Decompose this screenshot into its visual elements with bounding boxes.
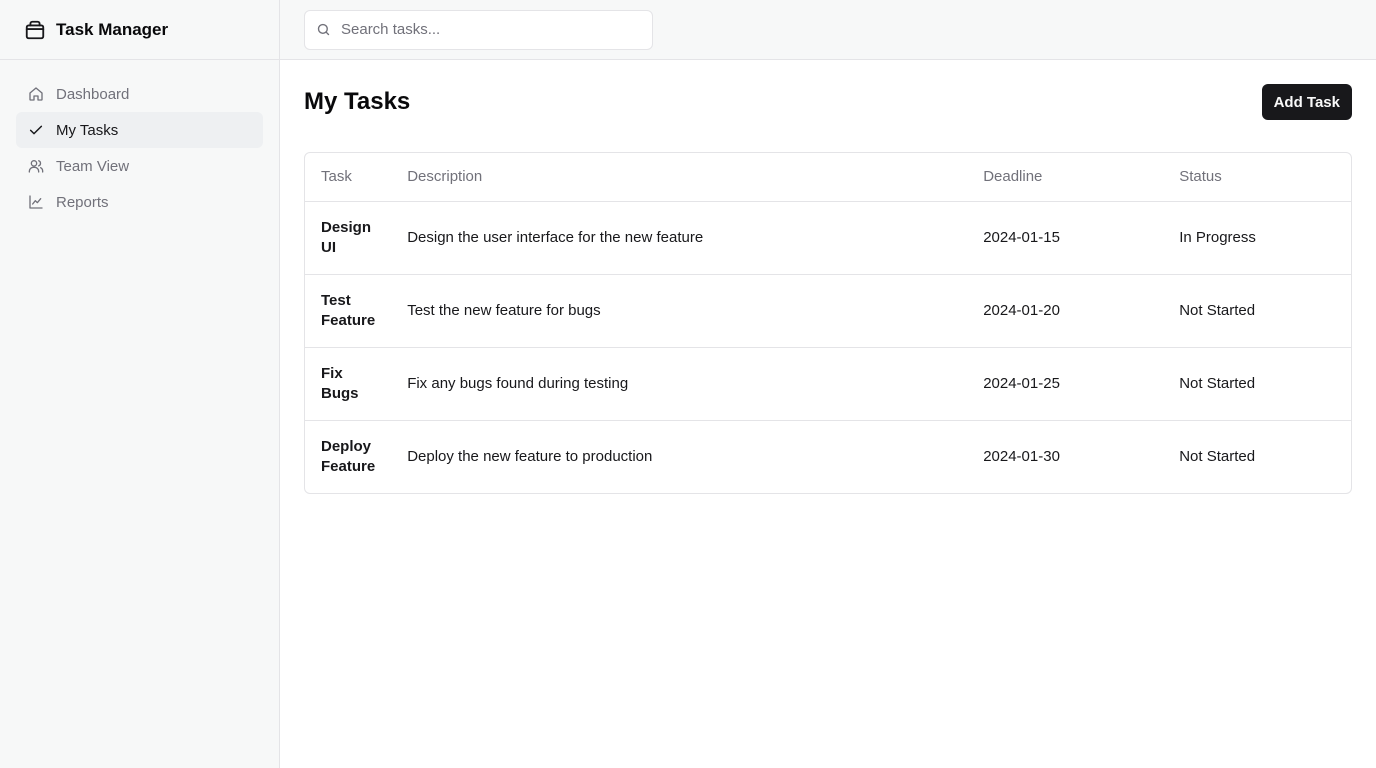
task-name-cell: Test Feature xyxy=(305,274,392,348)
search-icon xyxy=(316,22,332,38)
task-description-cell: Test the new feature for bugs xyxy=(391,274,968,348)
sidebar-item-label: My Tasks xyxy=(56,121,119,139)
sidebar-item-team-view[interactable]: Team View xyxy=(16,148,263,184)
task-name-cell: Deploy Feature xyxy=(321,437,376,475)
main-area: My Tasks Add Task Task Description Deadl… xyxy=(280,0,1376,768)
task-name-cell: Design UI xyxy=(305,201,392,275)
sidebar-nav: Dashboard My Tasks Team View Reports xyxy=(0,60,279,220)
task-deadline-cell: 2024-01-15 xyxy=(967,201,1164,275)
task-deadline-cell: 2024-01-30 xyxy=(983,447,1060,465)
task-deadline-cell: 2024-01-20 xyxy=(967,274,1164,348)
content-header: My Tasks Add Task xyxy=(304,84,1352,120)
app-title: Task Manager xyxy=(56,19,169,39)
task-status-cell: In Progress xyxy=(1163,201,1351,275)
sidebar-item-reports[interactable]: Reports xyxy=(16,184,263,220)
search-box[interactable] xyxy=(304,9,653,50)
add-task-button[interactable]: Add Task xyxy=(1261,84,1352,120)
table-row[interactable]: Deploy Feature Deploy the new feature to… xyxy=(305,420,1351,493)
task-name-cell: Fix Bugs xyxy=(305,347,392,421)
sidebar-item-label: Team View xyxy=(56,157,130,175)
sidebar-item-dashboard[interactable]: Dashboard xyxy=(16,76,263,112)
task-deadline-cell: 2024-01-25 xyxy=(967,347,1164,421)
task-status-cell: Not Started xyxy=(1163,347,1351,421)
check-icon xyxy=(28,122,44,138)
page-title: My Tasks xyxy=(304,88,411,115)
table-row[interactable]: Design UI Design the user interface for … xyxy=(305,201,1351,275)
column-header-deadline[interactable]: Deadline xyxy=(967,153,1164,202)
table-row[interactable]: Test Feature Test the new feature for bu… xyxy=(305,274,1351,348)
app-root: Task Manager Dashboard My Tasks Team Vie… xyxy=(0,0,1376,768)
column-header-description[interactable]: Description xyxy=(391,153,968,202)
package-icon xyxy=(24,18,48,42)
line-chart-icon xyxy=(28,194,44,210)
top-bar xyxy=(280,0,1376,60)
brand: Task Manager xyxy=(0,0,279,60)
tasks-table: Task Description Deadline Status Design … xyxy=(304,152,1352,494)
task-status-cell: Not Started xyxy=(1163,274,1351,348)
column-header-task[interactable]: Task xyxy=(305,153,392,202)
task-status-cell: Not Started xyxy=(1179,447,1256,465)
content: My Tasks Add Task Task Description Deadl… xyxy=(280,60,1376,494)
column-header-status[interactable]: Status xyxy=(1163,153,1351,202)
sidebar-item-label: Dashboard xyxy=(56,85,130,103)
sidebar-item-my-tasks[interactable]: My Tasks xyxy=(16,112,263,148)
task-description-cell: Deploy the new feature to production xyxy=(407,447,653,465)
search-input[interactable] xyxy=(341,21,631,38)
table-row[interactable]: Fix Bugs Fix any bugs found during testi… xyxy=(305,347,1351,421)
sidebar-item-label: Reports xyxy=(56,193,109,211)
table-header-row: Task Description Deadline Status xyxy=(305,153,1351,202)
sidebar: Task Manager Dashboard My Tasks Team Vie… xyxy=(0,0,280,768)
task-description-cell: Fix any bugs found during testing xyxy=(391,347,968,421)
home-icon xyxy=(28,86,44,102)
task-description-cell: Design the user interface for the new fe… xyxy=(391,201,968,275)
users-icon xyxy=(28,158,44,174)
